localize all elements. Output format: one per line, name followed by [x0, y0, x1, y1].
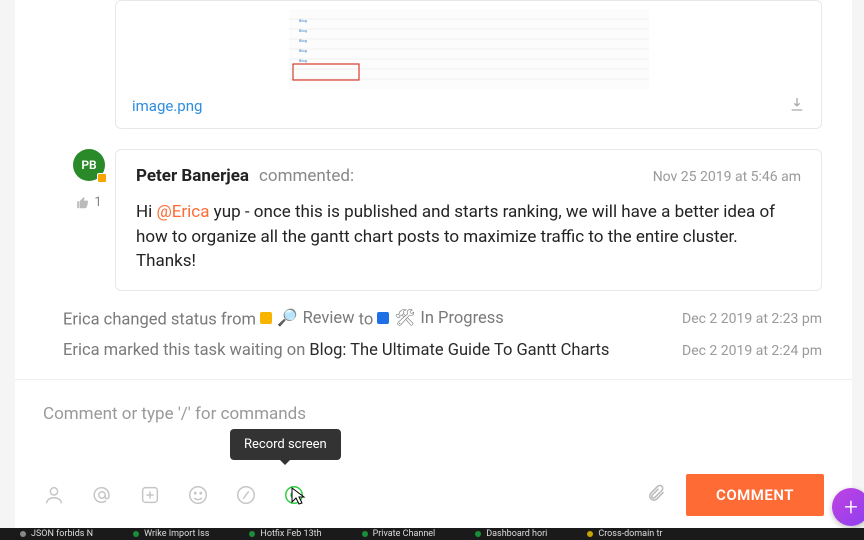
status-from: 🔎 Review: [260, 309, 355, 328]
mention[interactable]: @Erica: [156, 202, 209, 222]
tooltip-record-screen: Record screen: [230, 429, 341, 460]
activity-waiting-on: Erica marked this task waiting on Blog: …: [63, 341, 822, 360]
svg-text:Blog: Blog: [299, 18, 307, 23]
comment-timestamp: Nov 25 2019 at 5:46 am: [653, 169, 801, 185]
assignee-icon[interactable]: [43, 484, 65, 506]
comment-verb: commented:: [259, 166, 354, 186]
attachment-card: Blog Blog Blog Blog Blog image.png: [115, 0, 822, 129]
comment-author[interactable]: Peter Banerjea: [136, 166, 249, 186]
record-screen-icon[interactable]: [283, 484, 305, 506]
tab[interactable]: Private Channel: [362, 529, 436, 539]
browser-tab-strip: JSON forbids N Wrike Import Iss Hotfix F…: [0, 528, 864, 540]
mention-icon[interactable]: [91, 484, 113, 506]
tab[interactable]: Hotfix Feb 13th: [249, 529, 321, 539]
comment-button[interactable]: COMMENT: [686, 474, 824, 516]
linked-task[interactable]: Blog: The Ultimate Guide To Gantt Charts: [309, 341, 609, 360]
like-count: 1: [94, 195, 101, 210]
like-button[interactable]: 1: [76, 195, 101, 210]
comment-row: PB 1 Peter Banerjea commented: Nov 25 20…: [63, 149, 822, 291]
attach-icon[interactable]: [646, 483, 666, 507]
avatar-status-badge: [97, 173, 107, 183]
attachment-thumbnail[interactable]: Blog Blog Blog Blog Blog: [116, 1, 821, 96]
tab[interactable]: Wrike Import Iss: [133, 529, 209, 539]
attachment-filename[interactable]: image.png: [132, 97, 202, 115]
activity-status-change: Erica changed status from 🔎 Review to 🛠 …: [63, 309, 822, 330]
slash-command-icon[interactable]: [235, 484, 257, 506]
activity-timestamp: Dec 2 2019 at 2:24 pm: [682, 343, 822, 359]
emoji-icon[interactable]: [187, 484, 209, 506]
activity-timestamp: Dec 2 2019 at 2:23 pm: [682, 311, 822, 327]
svg-text:Blog: Blog: [299, 28, 307, 33]
svg-text:Blog: Blog: [299, 58, 307, 63]
svg-text:Blog: Blog: [299, 48, 307, 53]
avatar[interactable]: PB: [73, 149, 105, 181]
tab[interactable]: Cross-domain tr: [587, 529, 662, 539]
comment-body: Hi @Erica yup - once this is published a…: [136, 200, 801, 274]
tab[interactable]: Dashboard hori: [475, 529, 547, 539]
comment-input[interactable]: [43, 404, 824, 424]
avatar-initials: PB: [81, 158, 96, 172]
subtask-icon[interactable]: [139, 484, 161, 506]
svg-text:Blog: Blog: [299, 38, 307, 43]
fab-add-button[interactable]: +: [832, 488, 864, 526]
status-to: 🛠 In Progress: [377, 309, 503, 328]
task-activity-panel: Blog Blog Blog Blog Blog image.png PB 1: [15, 0, 852, 530]
comment-composer: COMMENT Record screen: [15, 379, 852, 530]
comment-card: Peter Banerjea commented: Nov 25 2019 at…: [115, 149, 822, 291]
download-icon[interactable]: [789, 96, 805, 116]
tab[interactable]: JSON forbids N: [20, 529, 93, 539]
